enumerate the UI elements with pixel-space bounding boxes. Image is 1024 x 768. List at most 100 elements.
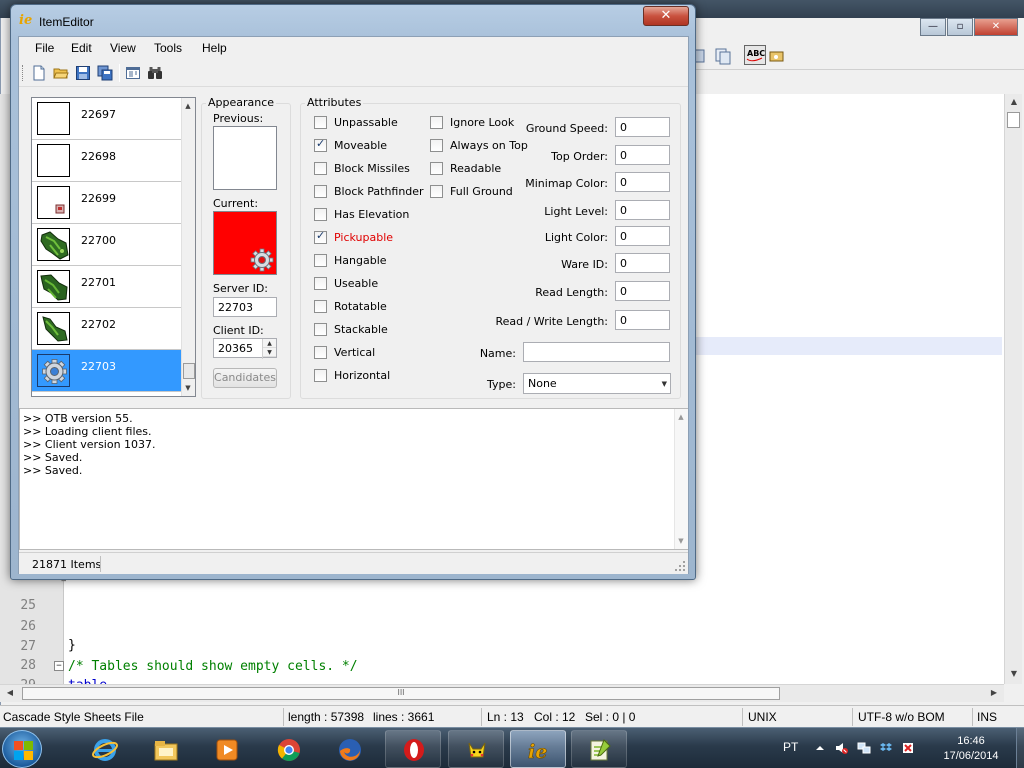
item-list[interactable]: 22697 22698 22699 22700 22701 22702 2270… [31, 97, 196, 397]
list-item[interactable]: 22697 [32, 98, 181, 140]
code-line[interactable]: 28 table [0, 636, 1000, 693]
checkbox-unchecked[interactable] [430, 162, 443, 175]
checkbox-unchecked[interactable] [430, 116, 443, 129]
maximize-button[interactable]: ▫ [947, 18, 973, 36]
item-list-scrollbar[interactable]: ▲ ▼ [181, 98, 195, 396]
attribute-value-field[interactable]: 0 [615, 310, 670, 330]
spin-up-icon[interactable]: ▲ [263, 339, 276, 348]
spellcheck-icon[interactable]: ABC [744, 45, 766, 65]
menu-tools[interactable]: Tools [154, 41, 182, 55]
system-clock[interactable]: 16:46 17/06/2014 [926, 734, 1016, 764]
scroll-up-icon[interactable]: ▲ [674, 409, 688, 425]
new-file-icon[interactable] [31, 65, 47, 81]
attribute-label: Hangable [334, 254, 387, 267]
attribute-value-field[interactable]: 0 [615, 117, 670, 137]
list-item[interactable]: 22700 [32, 224, 181, 266]
taskbar-pikachu-app[interactable] [448, 730, 504, 768]
dropbox-icon[interactable] [879, 741, 893, 755]
menu-edit[interactable]: Edit [71, 41, 92, 55]
list-item[interactable]: 22698 [32, 140, 181, 182]
scroll-up-icon[interactable]: ▲ [181, 98, 195, 114]
tray-expand-icon[interactable] [813, 741, 827, 755]
client-id-spinner[interactable]: ▲ ▼ [262, 339, 276, 359]
taskbar-firefox[interactable] [321, 730, 377, 768]
bg-toolbar-icon[interactable] [768, 47, 786, 65]
scroll-thumb[interactable] [1007, 112, 1020, 128]
network-icon[interactable] [857, 741, 871, 755]
bg-close-button[interactable]: ✕ [974, 18, 1018, 36]
taskbar-itemeditor[interactable]: ie [510, 730, 566, 768]
attribute-value-field[interactable]: 0 [615, 145, 670, 165]
client-id-stepper[interactable]: 20365 ▲ ▼ [213, 338, 277, 359]
attribute-value-field[interactable]: 0 [615, 172, 670, 192]
candidates-button[interactable]: Candidates [213, 368, 277, 388]
editor-vertical-scrollbar[interactable]: ▲ ▼ [1004, 94, 1022, 684]
bg-window-controls: — ▫ ✕ [920, 18, 1018, 36]
checkbox-unchecked[interactable] [314, 254, 327, 267]
code-line[interactable]: 26 [0, 597, 1000, 634]
menu-help[interactable]: Help [202, 41, 227, 55]
compare-icon[interactable] [125, 65, 141, 81]
minimize-button[interactable]: — [920, 18, 946, 36]
checkbox-unchecked[interactable] [314, 162, 327, 175]
taskbar-notepad-plus-plus[interactable] [571, 730, 627, 768]
input-language[interactable]: PT [783, 740, 798, 754]
checkbox-unchecked[interactable] [314, 277, 327, 290]
scroll-left-icon[interactable]: ◀ [2, 685, 18, 701]
spin-down-icon[interactable]: ▼ [263, 348, 276, 357]
taskbar-file-explorer[interactable] [137, 730, 193, 768]
window-close-button[interactable]: ✕ [643, 6, 689, 26]
scroll-thumb[interactable]: III [22, 687, 780, 700]
checkbox-unchecked[interactable] [314, 323, 327, 336]
taskbar-opera[interactable] [385, 730, 441, 768]
list-item[interactable]: 22701 [32, 266, 181, 308]
checkbox-unchecked[interactable] [314, 116, 327, 129]
checkbox-checked[interactable]: ✓ [314, 137, 327, 152]
start-button[interactable] [2, 730, 42, 768]
action-center-icon[interactable] [901, 741, 915, 755]
resize-grip-icon[interactable] [674, 560, 686, 572]
server-id-field[interactable]: 22703 [213, 297, 277, 317]
checkbox-unchecked[interactable] [314, 346, 327, 359]
attribute-value-field[interactable]: 0 [615, 253, 670, 273]
list-item-selected[interactable]: 22703 [32, 350, 181, 392]
list-item[interactable]: 22702 [32, 308, 181, 350]
checkbox-checked[interactable]: ✓ [314, 229, 327, 244]
checkbox-unchecked[interactable] [430, 139, 443, 152]
scroll-up-icon[interactable]: ▲ [1006, 94, 1022, 110]
taskbar-internet-explorer[interactable] [76, 730, 132, 768]
find-binoculars-icon[interactable] [147, 65, 163, 81]
type-dropdown[interactable]: None ▼ [523, 373, 671, 394]
volume-muted-icon[interactable] [835, 741, 849, 755]
checkbox-unchecked[interactable] [314, 208, 327, 221]
menu-view[interactable]: View [110, 41, 136, 55]
scroll-down-icon[interactable]: ▼ [1006, 666, 1022, 682]
log-scrollbar[interactable]: ▲ ▼ [674, 409, 688, 549]
scroll-thumb[interactable] [183, 363, 195, 379]
show-desktop-button[interactable] [1016, 728, 1024, 768]
scroll-down-icon[interactable]: ▼ [181, 380, 195, 396]
list-item[interactable]: 22699 [32, 182, 181, 224]
checkbox-unchecked[interactable] [314, 185, 327, 198]
code-line[interactable]: 29 − { [0, 656, 1000, 733]
attribute-value-field[interactable]: 0 [615, 226, 670, 246]
save-as-icon[interactable] [97, 65, 113, 81]
scroll-down-icon[interactable]: ▼ [674, 533, 688, 549]
taskbar-media-player[interactable] [198, 730, 254, 768]
bg-toolbar-icon[interactable] [714, 47, 732, 65]
taskbar-chrome[interactable] [260, 730, 316, 768]
name-field[interactable] [523, 342, 670, 362]
save-icon[interactable] [75, 65, 91, 81]
menu-file[interactable]: File [35, 41, 54, 55]
fold-toggle-icon[interactable]: − [54, 661, 64, 671]
scroll-right-icon[interactable]: ▶ [986, 685, 1002, 701]
checkbox-unchecked[interactable] [314, 369, 327, 382]
attribute-value-field[interactable]: 0 [615, 281, 670, 301]
code-line[interactable]: 27 /* Tables should show empty cells. */ [0, 617, 1000, 674]
open-folder-icon[interactable] [53, 65, 69, 81]
output-log[interactable]: >> OTB version 55. >> Loading client fil… [19, 408, 688, 550]
checkbox-unchecked[interactable] [430, 185, 443, 198]
attribute-value-field[interactable]: 0 [615, 200, 670, 220]
checkbox-unchecked[interactable] [314, 300, 327, 313]
editor-horizontal-scrollbar[interactable]: ◀ III ▶ [0, 684, 1004, 702]
